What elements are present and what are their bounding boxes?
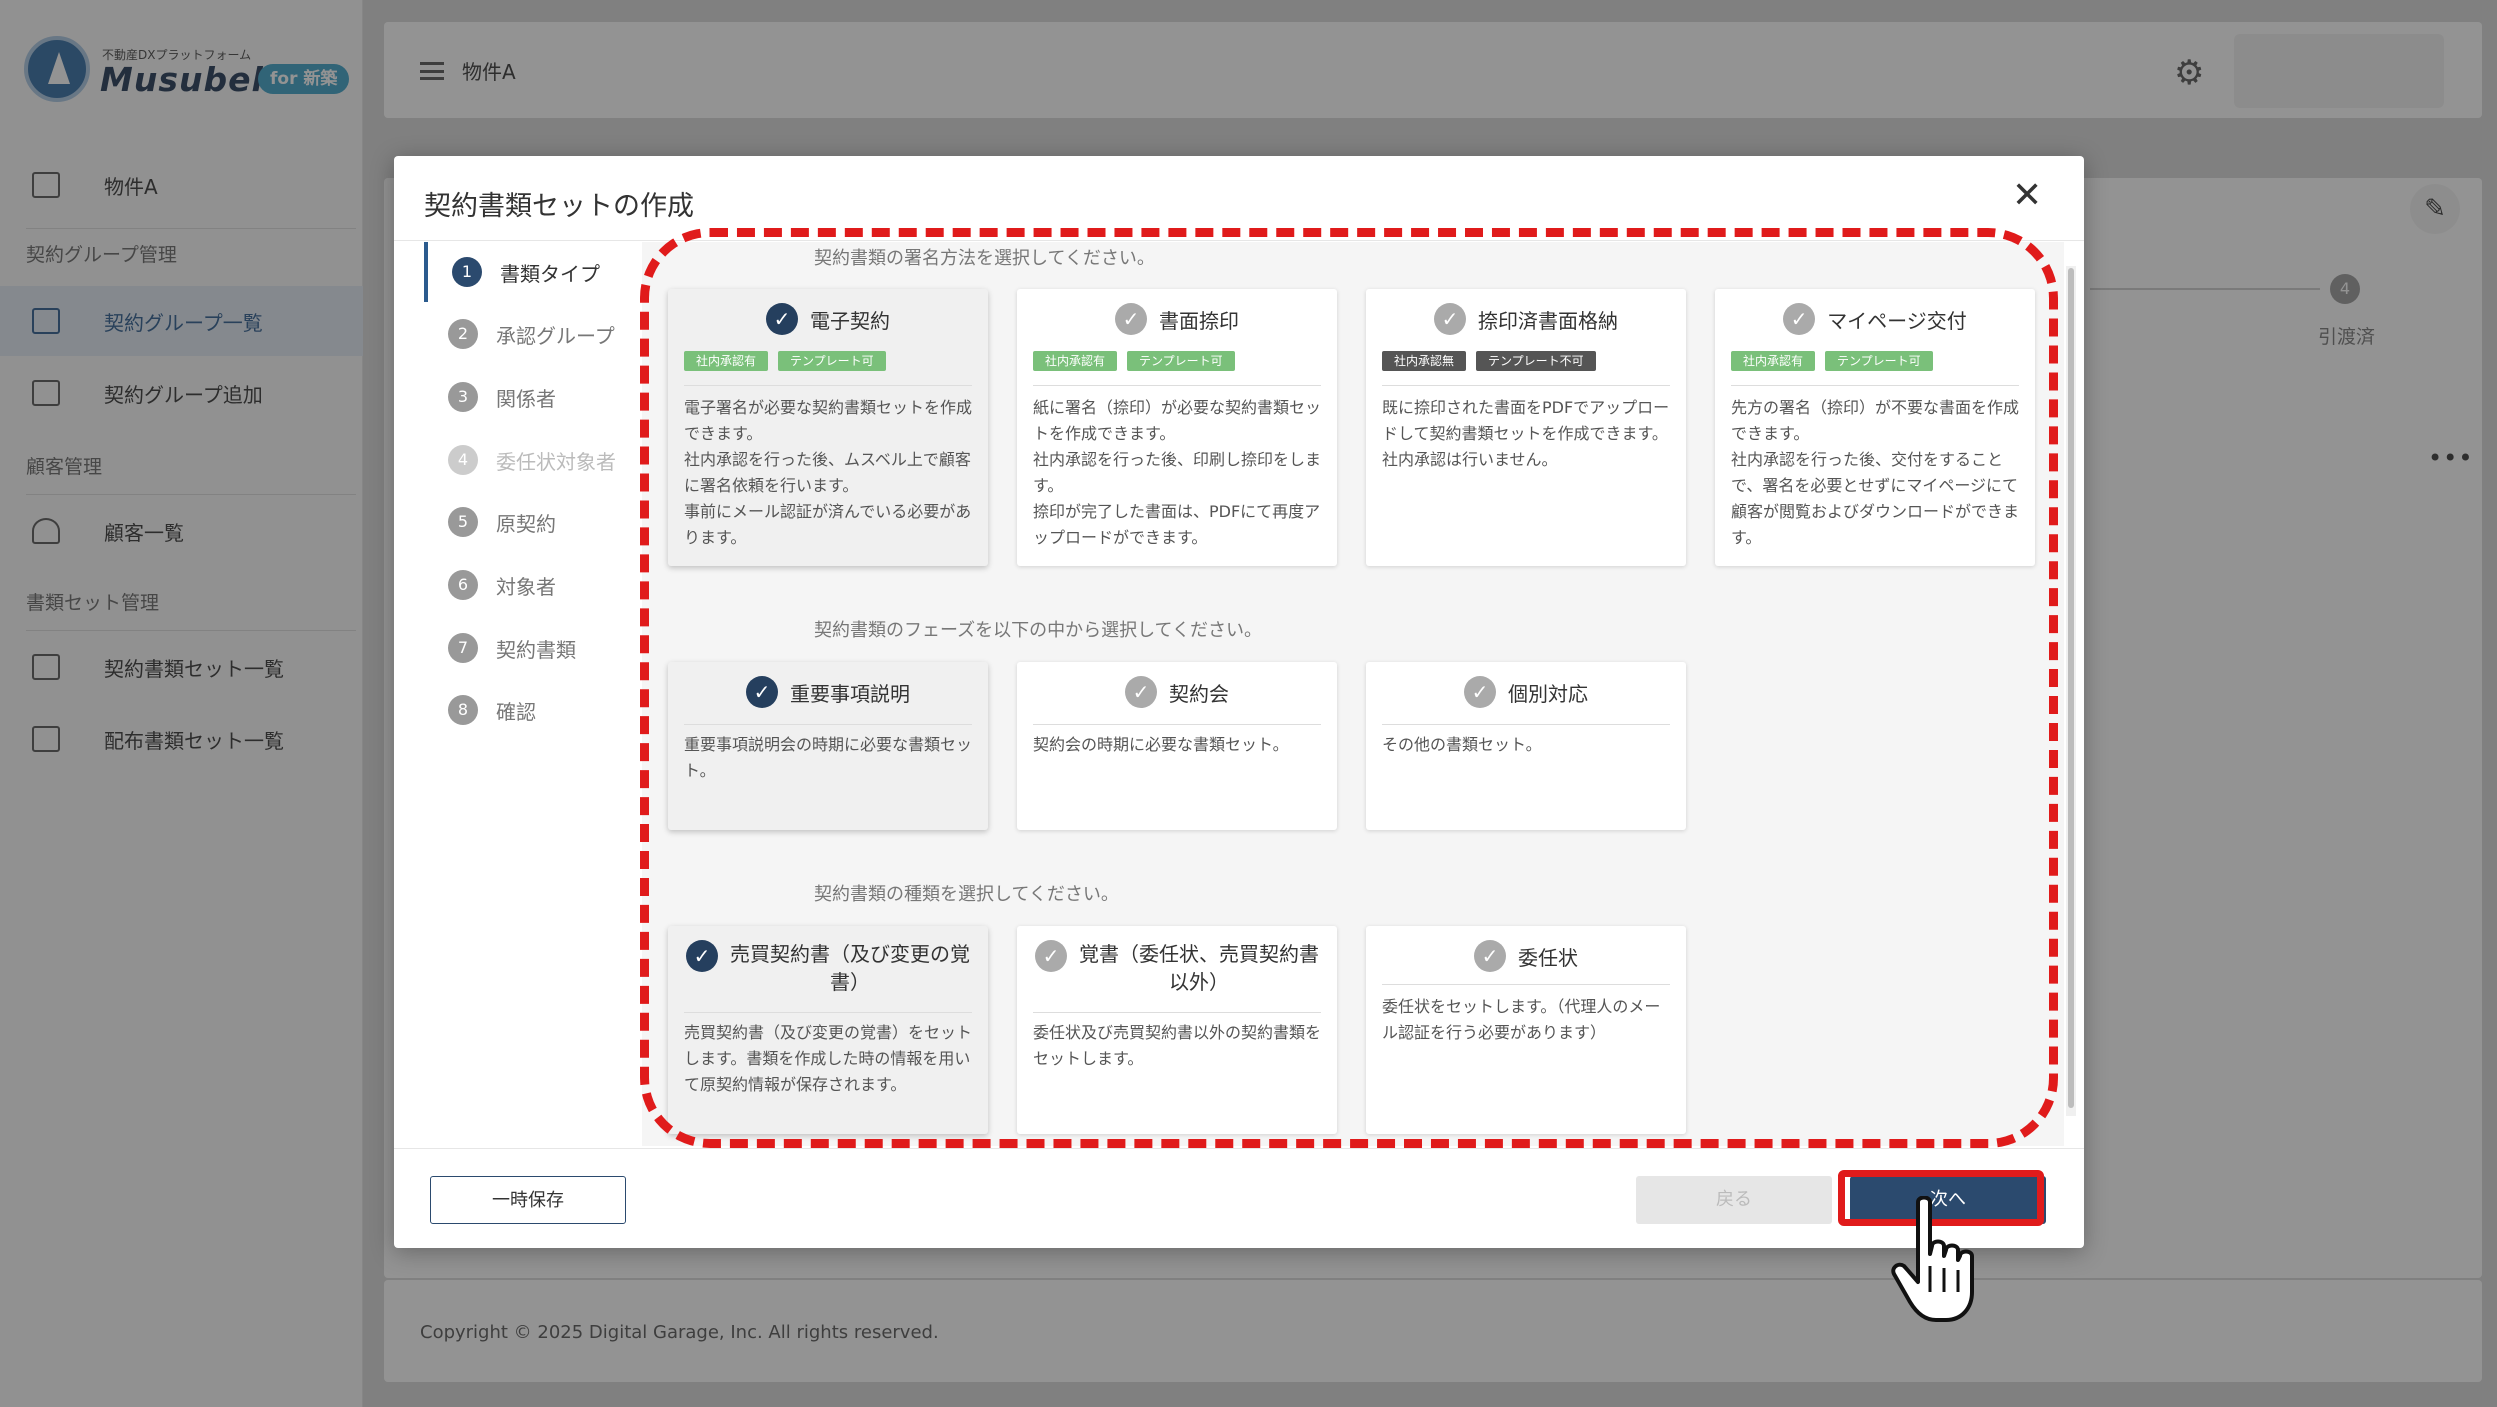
save-draft-button[interactable]: 一時保存: [430, 1176, 626, 1224]
back-button[interactable]: 戻る: [1636, 1176, 1832, 1224]
step-original-contract[interactable]: 5 原契約: [424, 492, 640, 552]
divider: [394, 1148, 2084, 1149]
annotation-dashed-highlight: [640, 228, 2058, 1148]
step-label: 書類タイプ: [500, 261, 600, 286]
step-document-type[interactable]: 1 書類タイプ: [424, 242, 640, 302]
step-label: 確認: [496, 699, 536, 724]
step-number: 1: [452, 257, 482, 287]
step-label: 承認グループ: [496, 323, 615, 348]
close-icon[interactable]: ✕: [2012, 178, 2042, 214]
scrollbar-thumb[interactable]: [2068, 268, 2074, 1108]
step-proxy-target: 4 委任状対象者: [424, 430, 640, 490]
step-approval-group[interactable]: 2 承認グループ: [424, 304, 640, 364]
step-label: 契約書類: [496, 637, 576, 662]
step-number: 7: [448, 633, 478, 663]
step-parties[interactable]: 3 関係者: [424, 367, 640, 427]
step-number: 8: [448, 695, 478, 725]
step-number: 4: [448, 445, 478, 475]
step-contract-documents[interactable]: 7 契約書類: [424, 618, 640, 678]
modal-title: 契約書類セットの作成: [424, 191, 694, 222]
stepper: 1 書類タイプ 2 承認グループ 3 関係者 4 委任状対象者 5 原契約 6 …: [424, 242, 640, 1146]
step-label: 対象者: [496, 574, 556, 599]
step-label: 委任状対象者: [496, 449, 616, 474]
step-target-persons[interactable]: 6 対象者: [424, 555, 640, 615]
step-confirm[interactable]: 8 確認: [424, 680, 640, 740]
step-number: 5: [448, 507, 478, 537]
hand-pointer-icon: [1891, 1196, 1974, 1322]
step-number: 6: [448, 570, 478, 600]
step-number: 2: [448, 319, 478, 349]
step-label: 関係者: [496, 386, 556, 411]
step-number: 3: [448, 382, 478, 412]
step-label: 原契約: [496, 511, 556, 536]
